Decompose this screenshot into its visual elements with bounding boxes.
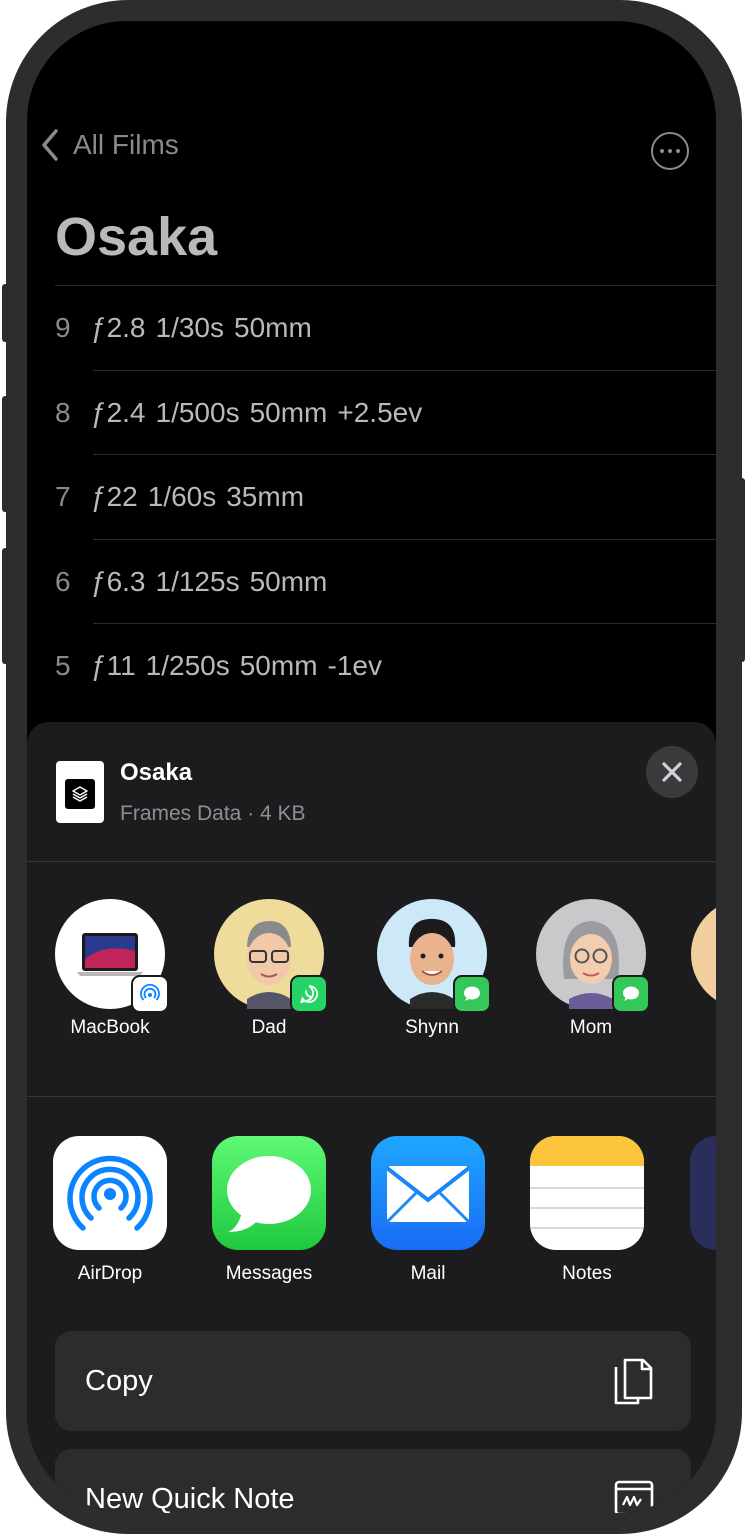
close-button[interactable] bbox=[646, 746, 698, 798]
airdrop-badge-icon bbox=[131, 975, 169, 1013]
close-icon bbox=[662, 762, 682, 782]
action-label: New Quick Note bbox=[85, 1483, 295, 1513]
contact-name: MacBook bbox=[70, 1017, 150, 1038]
contact-macbook[interactable]: MacBook bbox=[50, 899, 170, 1039]
avatar bbox=[691, 899, 716, 1009]
airdrop-icon bbox=[53, 1136, 167, 1250]
contact-name: Shynn bbox=[405, 1017, 459, 1038]
frame-row[interactable]: 8 ƒ2.4 1/500s 50mm +2.5ev bbox=[55, 369, 716, 456]
frame-number: 7 bbox=[55, 481, 71, 513]
avatar bbox=[55, 899, 169, 1013]
copy-icon bbox=[614, 1358, 653, 1405]
frame-row[interactable]: 9 ƒ2.8 1/30s 50mm bbox=[55, 285, 716, 371]
layers-icon bbox=[65, 779, 95, 809]
screen: All Films Osaka 9 ƒ2.8 1/30s 50mm 8 ƒ2.4… bbox=[27, 21, 716, 1513]
app-icon bbox=[690, 1136, 716, 1250]
app-partial[interactable] bbox=[690, 1136, 716, 1250]
frame-row[interactable]: 5 ƒ11 1/250s 50mm -1ev bbox=[55, 623, 716, 709]
frame-number: 6 bbox=[55, 565, 71, 597]
frame-focal-length: 50mm bbox=[234, 312, 312, 344]
side-button-volume-down bbox=[2, 548, 10, 664]
contact-name: Dad bbox=[251, 1017, 287, 1038]
avatar bbox=[377, 899, 491, 1013]
contact-shynn[interactable]: Shynn bbox=[372, 899, 492, 1039]
frame-exposure-comp: +2.5ev bbox=[337, 396, 423, 428]
frame-focal-length: 50mm bbox=[249, 565, 328, 597]
app-notes[interactable]: Notes bbox=[527, 1136, 647, 1285]
ellipsis-circle-icon[interactable] bbox=[651, 132, 689, 170]
app-airdrop[interactable]: AirDrop bbox=[50, 1136, 170, 1285]
messages-badge-icon bbox=[453, 975, 491, 1013]
frame-aperture: ƒ6.3 bbox=[91, 565, 146, 597]
contact-partial[interactable] bbox=[691, 899, 716, 1009]
app-mail[interactable]: Mail bbox=[368, 1136, 488, 1285]
frame-number: 9 bbox=[55, 312, 71, 344]
avatar bbox=[536, 899, 650, 1013]
frames-list: 9 ƒ2.8 1/30s 50mm 8 ƒ2.4 1/500s 50mm +2.… bbox=[55, 285, 716, 709]
page-title: Osaka bbox=[55, 207, 218, 267]
share-sheet: Osaka Frames Data · 4 KB MacBook Dad Shy… bbox=[27, 722, 716, 1513]
contact-mom[interactable]: Mom bbox=[531, 899, 651, 1039]
chevron-left-icon bbox=[42, 129, 58, 161]
contact-dad[interactable]: Dad bbox=[209, 899, 329, 1039]
row-divider bbox=[93, 369, 716, 371]
frame-aperture: ƒ22 bbox=[91, 481, 138, 513]
copy-button[interactable]: Copy bbox=[55, 1331, 691, 1431]
back-label: All Films bbox=[73, 129, 179, 160]
frame-row[interactable]: 7 ƒ22 1/60s 35mm bbox=[55, 454, 716, 540]
whatsapp-badge-icon bbox=[290, 975, 328, 1013]
app-name: AirDrop bbox=[77, 1263, 143, 1284]
side-button-mute bbox=[2, 284, 10, 342]
share-file-name: Osaka bbox=[120, 759, 193, 786]
side-button-power bbox=[737, 478, 745, 662]
frame-shutter: 1/60s bbox=[147, 481, 217, 513]
section-divider bbox=[27, 861, 716, 862]
frame-aperture: ƒ2.4 bbox=[91, 396, 146, 428]
app-name: Notes bbox=[562, 1263, 612, 1284]
back-button[interactable]: All Films bbox=[41, 129, 179, 161]
frame-focal-length: 50mm bbox=[249, 396, 328, 428]
mail-icon bbox=[371, 1136, 485, 1250]
frame-aperture: ƒ2.8 bbox=[91, 312, 146, 344]
frame-shutter: 1/500s bbox=[155, 396, 240, 428]
app-name: Messages bbox=[225, 1263, 313, 1284]
app-messages[interactable]: Messages bbox=[209, 1136, 329, 1285]
frame-aperture: ƒ11 bbox=[91, 650, 136, 682]
frame-row[interactable]: 6 ƒ6.3 1/125s 50mm bbox=[55, 538, 716, 625]
frame-focal-length: 50mm bbox=[239, 650, 318, 682]
frame-shutter: 1/125s bbox=[155, 565, 240, 597]
frame-shutter: 1/30s bbox=[155, 312, 225, 344]
action-label: Copy bbox=[85, 1365, 153, 1397]
frame-number: 8 bbox=[55, 396, 71, 428]
frame-number: 5 bbox=[55, 650, 71, 682]
notes-icon bbox=[530, 1136, 644, 1250]
contact-name: Mom bbox=[569, 1017, 613, 1038]
file-icon bbox=[56, 761, 104, 823]
section-divider bbox=[27, 1096, 716, 1097]
avatar bbox=[214, 899, 328, 1013]
row-divider bbox=[93, 454, 716, 455]
share-file-meta: Frames Data · 4 KB bbox=[120, 802, 306, 825]
side-button-volume-up bbox=[2, 396, 10, 512]
new-quick-note-button[interactable]: New Quick Note bbox=[55, 1449, 691, 1513]
row-divider bbox=[93, 623, 716, 624]
frame-exposure-comp: -1ev bbox=[327, 650, 382, 682]
quick-note-icon bbox=[614, 1480, 654, 1513]
frame-shutter: 1/250s bbox=[145, 650, 230, 682]
app-name: Mail bbox=[410, 1263, 446, 1284]
messages-icon bbox=[212, 1136, 326, 1250]
row-divider bbox=[93, 538, 716, 540]
frame-focal-length: 35mm bbox=[226, 481, 305, 513]
messages-badge-icon bbox=[612, 975, 650, 1013]
